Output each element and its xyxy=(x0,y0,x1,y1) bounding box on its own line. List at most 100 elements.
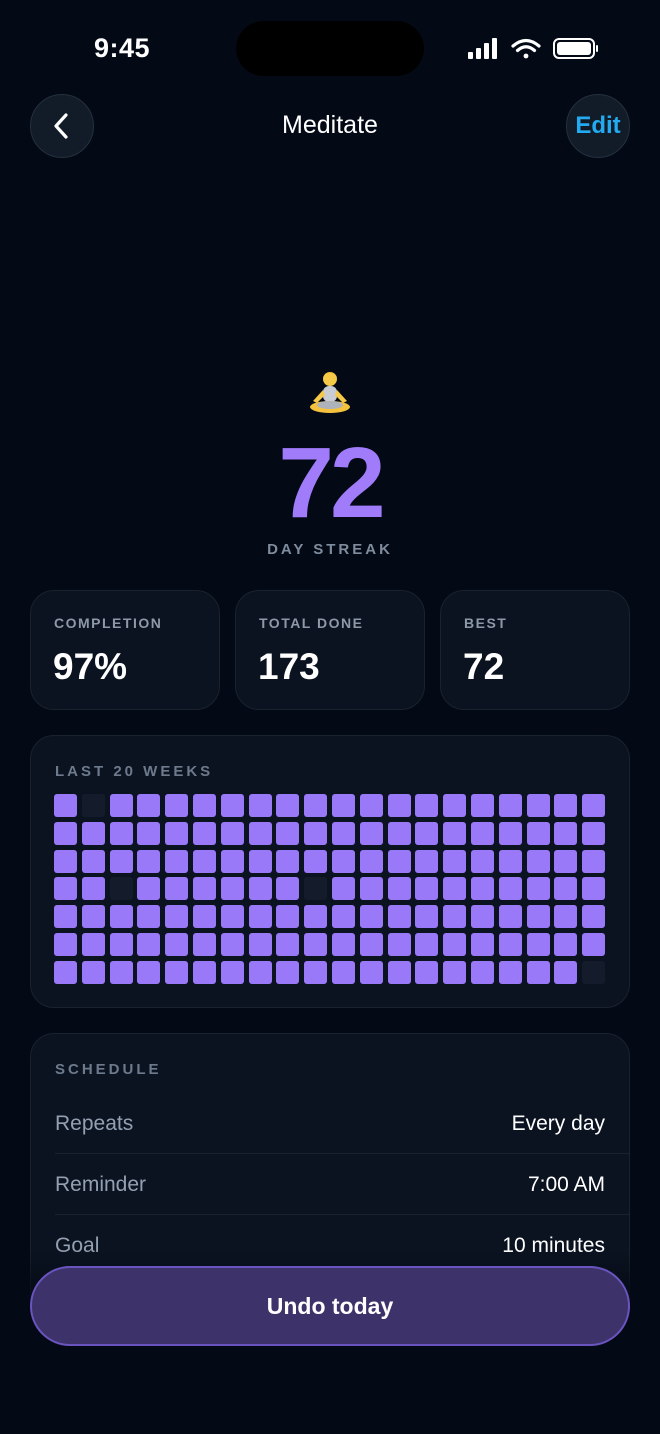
history-cell-done xyxy=(276,877,299,900)
history-cell-done xyxy=(137,905,160,928)
history-cell-done xyxy=(360,822,383,845)
schedule-row-value: 7:00 AM xyxy=(527,1173,605,1196)
history-cell-done xyxy=(527,905,550,928)
history-title: LAST 20 WEEKS xyxy=(55,763,214,780)
history-cell-done xyxy=(388,933,411,956)
schedule-row-value: Every day xyxy=(511,1112,605,1135)
history-cell-done xyxy=(276,850,299,873)
history-cell-done xyxy=(471,822,494,845)
cellular-signal-icon xyxy=(468,38,497,59)
history-cell-done xyxy=(443,850,466,873)
history-cell-done xyxy=(249,877,272,900)
history-cell-done xyxy=(499,905,522,928)
history-cell-done xyxy=(304,822,327,845)
history-cell-done xyxy=(304,933,327,956)
history-cell-done xyxy=(276,822,299,845)
history-cell-done xyxy=(332,850,355,873)
undo-today-button[interactable]: Undo today xyxy=(30,1266,630,1346)
history-cell-done xyxy=(193,794,216,817)
history-cell-done xyxy=(443,905,466,928)
stat-value: 72 xyxy=(463,646,505,687)
lotus-position-icon xyxy=(310,372,350,413)
schedule-row-reminder[interactable]: Reminder 7:00 AM xyxy=(55,1173,605,1233)
history-cell-done xyxy=(221,933,244,956)
history-cell-done xyxy=(471,961,494,984)
history-cell-done xyxy=(554,933,577,956)
history-cell-done xyxy=(304,850,327,873)
schedule-row-repeats[interactable]: Repeats Every day xyxy=(55,1112,605,1172)
history-cell-done xyxy=(276,794,299,817)
history-cell-done xyxy=(443,877,466,900)
history-cell-done xyxy=(332,905,355,928)
history-cell-done xyxy=(499,961,522,984)
history-cell-done xyxy=(249,933,272,956)
history-cell-done xyxy=(415,933,438,956)
divider xyxy=(55,1214,629,1215)
history-cell-done xyxy=(221,877,244,900)
history-cell-done xyxy=(193,877,216,900)
history-cell-done xyxy=(110,794,133,817)
history-cell-done xyxy=(137,933,160,956)
history-cell-missed xyxy=(582,961,605,984)
history-cell-done xyxy=(165,905,188,928)
stat-value: 173 xyxy=(258,646,320,687)
history-cell-done xyxy=(415,822,438,845)
status-bar: 9:45 xyxy=(0,0,660,95)
history-cell-done xyxy=(82,905,105,928)
schedule-row-label: Repeats xyxy=(55,1112,134,1135)
history-cell-missed xyxy=(304,877,327,900)
history-cell-done xyxy=(360,961,383,984)
history-cell-done xyxy=(332,877,355,900)
history-cell-done xyxy=(193,961,216,984)
history-cell-done xyxy=(110,850,133,873)
history-cell-done xyxy=(221,905,244,928)
history-cell-done xyxy=(388,961,411,984)
history-cell-done xyxy=(388,850,411,873)
history-cell-done xyxy=(554,850,577,873)
history-cell-done xyxy=(471,794,494,817)
history-cell-done xyxy=(137,822,160,845)
history-cell-done xyxy=(582,877,605,900)
history-cell-done xyxy=(360,877,383,900)
history-cell-done xyxy=(415,850,438,873)
history-cell-done xyxy=(443,794,466,817)
history-cell-done xyxy=(527,794,550,817)
history-cell-done xyxy=(54,850,77,873)
battery-icon xyxy=(553,38,598,59)
history-cell-done xyxy=(221,850,244,873)
history-cell-done xyxy=(443,961,466,984)
history-cell-done xyxy=(221,961,244,984)
history-cell-done xyxy=(82,850,105,873)
history-cell-done xyxy=(499,850,522,873)
history-cell-done xyxy=(582,905,605,928)
history-cell-done xyxy=(499,933,522,956)
history-cell-done xyxy=(415,961,438,984)
history-cell-done xyxy=(388,794,411,817)
history-cell-done xyxy=(415,905,438,928)
history-cell-done xyxy=(110,905,133,928)
history-cell-done xyxy=(582,850,605,873)
history-cell-done xyxy=(582,933,605,956)
history-cell-done xyxy=(443,933,466,956)
edit-button[interactable]: Edit xyxy=(566,94,630,158)
history-cell-done xyxy=(582,794,605,817)
history-cell-done xyxy=(165,877,188,900)
history-cell-done xyxy=(332,933,355,956)
history-cell-done xyxy=(165,794,188,817)
history-cell-done xyxy=(82,822,105,845)
history-cell-done xyxy=(193,822,216,845)
history-cell-done xyxy=(137,850,160,873)
history-cell-done xyxy=(249,822,272,845)
history-cell-done xyxy=(332,822,355,845)
stat-label: TOTAL DONE xyxy=(259,615,364,631)
history-cell-done xyxy=(415,877,438,900)
history-cell-done xyxy=(471,877,494,900)
schedule-row-label: Reminder xyxy=(55,1173,147,1196)
history-cell-done xyxy=(249,905,272,928)
wifi-icon xyxy=(511,38,541,59)
history-cell-done xyxy=(54,933,77,956)
history-cell-done xyxy=(388,822,411,845)
history-cell-done xyxy=(527,933,550,956)
divider xyxy=(55,1153,629,1154)
history-cell-done xyxy=(165,961,188,984)
